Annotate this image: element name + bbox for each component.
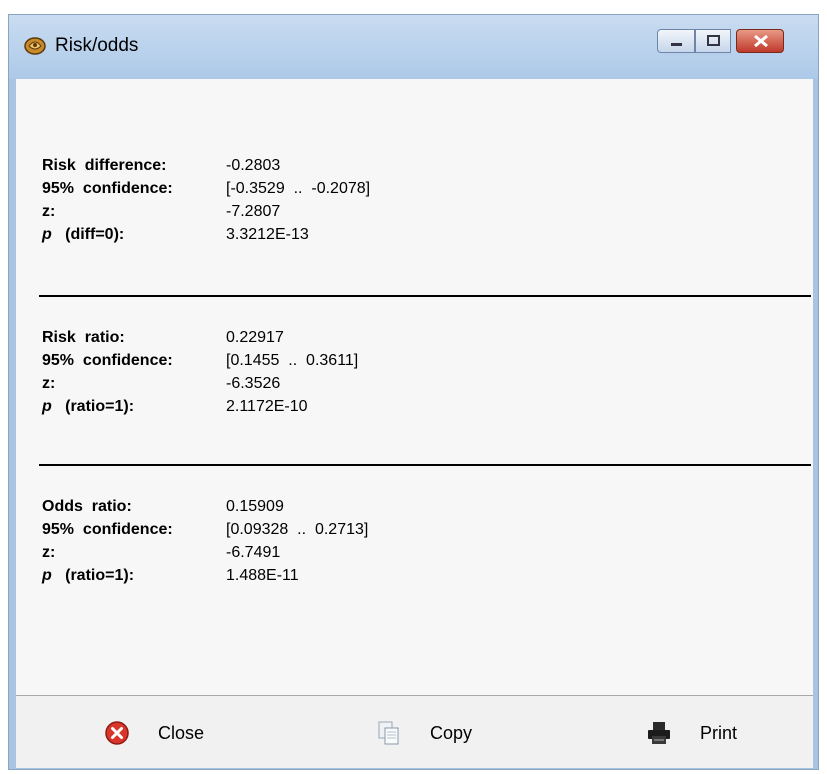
- copy-button[interactable]: Copy: [376, 720, 516, 750]
- row-value: 0.22917: [226, 329, 284, 346]
- minimize-button[interactable]: [657, 29, 695, 53]
- result-row: Odds ratio: 0.15909: [42, 498, 742, 520]
- window-close-button[interactable]: [736, 29, 784, 53]
- button-bar: Close Copy Print: [16, 695, 813, 768]
- row-label: p (ratio=1):: [42, 398, 134, 416]
- row-label: 95% confidence:: [42, 521, 173, 538]
- row-value: 1.488E-11: [226, 567, 299, 584]
- app-logo-icon: [24, 37, 46, 55]
- copy-icon: [378, 721, 399, 745]
- result-row: p (ratio=1): 1.488E-11: [42, 567, 742, 589]
- row-label: p (diff=0):: [42, 226, 124, 244]
- p-symbol: p: [42, 567, 52, 584]
- row-value: [0.09328 .. 0.2713]: [226, 521, 369, 538]
- result-row: 95% confidence: [0.09328 .. 0.2713]: [42, 521, 742, 543]
- result-row: 95% confidence: [0.1455 .. 0.3611]: [42, 352, 742, 374]
- result-row: z: -7.2807: [42, 203, 742, 225]
- row-value: 0.15909: [226, 498, 284, 515]
- row-value: [0.1455 .. 0.3611]: [226, 352, 359, 369]
- close-icon: [105, 721, 129, 745]
- row-label: z:: [42, 544, 56, 561]
- p-symbol: p: [42, 226, 52, 243]
- result-row: z: -6.7491: [42, 544, 742, 566]
- row-label: Odds ratio:: [42, 498, 132, 515]
- result-row: z: -6.3526: [42, 375, 742, 397]
- result-row: Risk ratio: 0.22917: [42, 329, 742, 351]
- row-label: 95% confidence:: [42, 180, 173, 197]
- copy-button-label: Copy: [430, 723, 473, 743]
- close-button[interactable]: Close: [104, 720, 244, 750]
- result-row: p (diff=0): 3.3212E-13: [42, 226, 742, 248]
- section-divider: [39, 295, 811, 297]
- row-label: Risk difference:: [42, 157, 167, 174]
- row-value: -6.7491: [226, 544, 281, 561]
- row-value: 3.3212E-13: [226, 226, 309, 243]
- risk-odds-window: Risk/odds Risk difference: -0.2803 95% c…: [8, 14, 819, 770]
- row-label: Risk ratio:: [42, 329, 125, 346]
- print-button-label: Print: [700, 723, 738, 743]
- p-condition: (ratio=1):: [51, 567, 135, 584]
- result-row: p (ratio=1): 2.1172E-10: [42, 398, 742, 420]
- maximize-icon: [707, 35, 720, 46]
- row-value: [-0.3529 .. -0.2078]: [226, 180, 371, 197]
- p-condition: (ratio=1):: [51, 398, 135, 415]
- minimize-icon: [671, 43, 682, 46]
- row-value: -0.2803: [226, 157, 281, 174]
- close-button-label: Close: [158, 723, 205, 743]
- row-label: 95% confidence:: [42, 352, 173, 369]
- row-value: -6.3526: [226, 375, 281, 392]
- printer-icon: [648, 722, 670, 744]
- results-panel: Risk difference: -0.2803 95% confidence:…: [16, 79, 813, 695]
- print-button[interactable]: Print: [646, 720, 786, 750]
- result-row: 95% confidence: [-0.3529 .. -0.2078]: [42, 180, 742, 202]
- row-label: z:: [42, 375, 56, 392]
- p-symbol: p: [42, 398, 52, 415]
- title-bar[interactable]: Risk/odds: [9, 15, 818, 79]
- section-divider: [39, 464, 811, 466]
- row-value: 2.1172E-10: [226, 398, 308, 415]
- row-label: p (ratio=1):: [42, 567, 134, 585]
- result-row: Risk difference: -0.2803: [42, 157, 742, 179]
- close-x-icon: [754, 34, 768, 48]
- p-condition: (diff=0):: [51, 226, 125, 243]
- row-value: -7.2807: [226, 203, 281, 220]
- window-title: Risk/odds: [55, 35, 139, 56]
- maximize-button[interactable]: [695, 29, 731, 53]
- row-label: z:: [42, 203, 56, 220]
